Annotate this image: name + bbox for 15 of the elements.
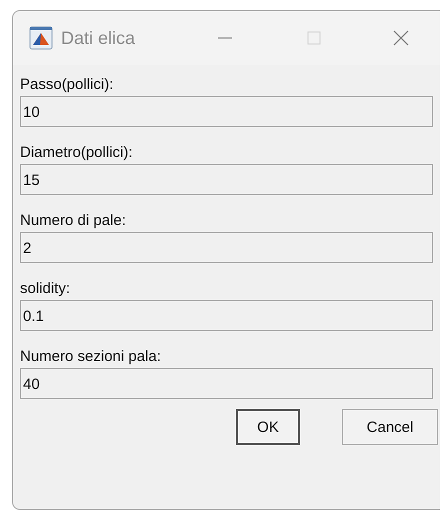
window-title: Dati elica [61,28,136,48]
input-field[interactable]: 40 [20,368,433,399]
input-field[interactable]: 15 [20,164,433,195]
cancel-button[interactable]: Cancel [342,409,438,445]
close-icon[interactable] [393,30,409,46]
field-label: Passo(pollici): [20,76,114,93]
field-label: Diametro(pollici): [20,144,134,161]
field-label: Numero sezioni pala: [20,348,162,365]
input-field[interactable]: 10 [20,96,433,127]
app-icon [29,26,53,50]
field-label: Numero di pale: [20,212,127,229]
input-field[interactable]: 2 [20,232,433,263]
field-label: solidity: [20,280,72,297]
ok-button[interactable]: OK [236,409,300,445]
input-field[interactable]: 0.1 [20,300,433,331]
